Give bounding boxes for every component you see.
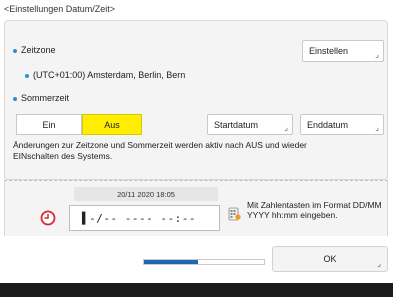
screen: <Einstellungen Datum/Zeit> Zeitzone Eins… xyxy=(0,0,393,297)
corner-arrow-icon: ⌟ xyxy=(377,259,381,268)
restart-note: Änderungen zur Zeitzone und Sommerzeit w… xyxy=(13,140,307,161)
progress-fill xyxy=(144,260,198,264)
end-date-button[interactable]: Enddatum ⌟ xyxy=(300,114,384,135)
footer-bar xyxy=(0,283,393,297)
timezone-set-label: Einstellen xyxy=(309,46,349,56)
ok-button[interactable]: OK ⌟ xyxy=(272,246,388,272)
dst-on-label: Ein xyxy=(42,119,56,130)
dst-on-button[interactable]: Ein xyxy=(16,114,82,135)
start-date-button[interactable]: Startdatum ⌟ xyxy=(207,114,293,135)
dst-off-button[interactable]: Aus xyxy=(82,114,142,135)
divider xyxy=(4,180,388,181)
bullet-icon xyxy=(13,97,17,101)
dst-off-label: Aus xyxy=(104,119,120,130)
end-date-label: Enddatum xyxy=(307,119,349,130)
clock-icon xyxy=(40,210,56,226)
input-hint: Mit Zahlentasten im Format DD/MM YYYY hh… xyxy=(247,200,382,220)
bullet-icon xyxy=(13,49,17,53)
start-date-label: Startdatum xyxy=(214,119,259,130)
ok-label: OK xyxy=(323,254,337,264)
timezone-label: Zeitzone xyxy=(21,45,56,55)
datetime-input[interactable]: ▌-/-- ---- --:-- xyxy=(69,205,220,231)
page-title: <Einstellungen Datum/Zeit> xyxy=(4,4,116,14)
dst-label: Sommerzeit xyxy=(21,93,70,103)
corner-arrow-icon: ⌟ xyxy=(284,123,288,132)
current-datetime: 20/11 2020 18:05 xyxy=(74,187,218,201)
timezone-value: (UTC+01:00) Amsterdam, Berlin, Bern xyxy=(33,70,186,80)
bullet-icon xyxy=(25,74,29,78)
corner-arrow-icon: ⌟ xyxy=(375,50,379,59)
progress-bar xyxy=(143,259,265,265)
keypad-icon xyxy=(228,207,241,221)
corner-arrow-icon: ⌟ xyxy=(375,123,379,132)
timezone-set-button[interactable]: Einstellen ⌟ xyxy=(302,40,384,62)
